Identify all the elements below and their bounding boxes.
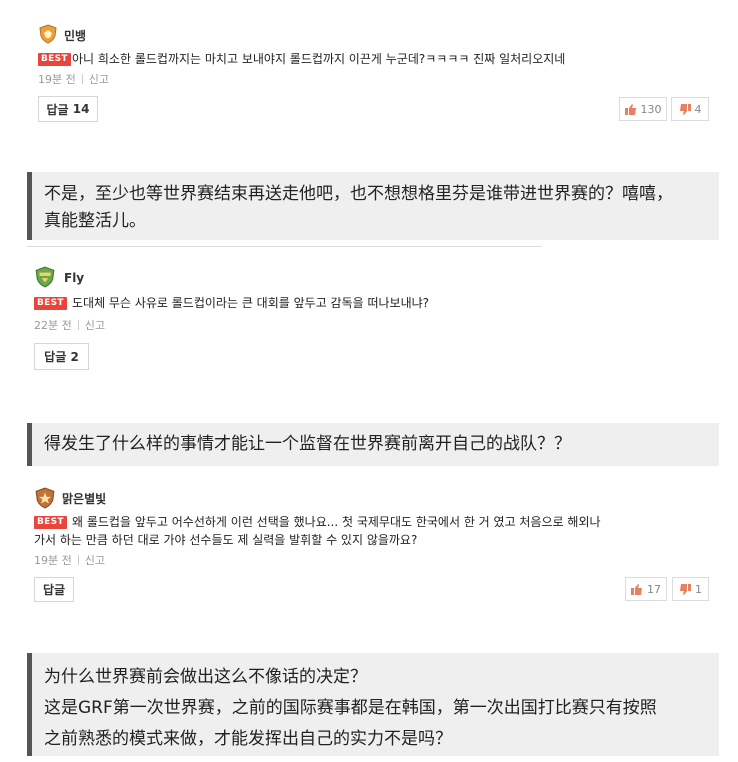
- translation-line: 不是，至少也等世界赛结束再送走他吧，也不想想格里芬是谁带进世界赛的？嘻嘻，: [44, 184, 673, 204]
- bronze-star-badge-icon: [35, 487, 55, 509]
- thumbs-down-icon: [679, 103, 691, 115]
- comment-text: 도대체 무슨 사유로 롤드컵이라는 큰 대회를 앞두고 감독을 떠나보내냐?: [72, 296, 430, 310]
- reply-button[interactable]: 답글 14: [38, 96, 98, 122]
- best-badge: BEST: [38, 53, 71, 66]
- reply-label: 답글: [44, 350, 67, 364]
- reply-button[interactable]: 답글 2: [34, 343, 89, 370]
- green-shield-badge-icon: [35, 266, 55, 288]
- reply-label: 답글: [46, 102, 69, 117]
- thumbs-down-icon: [680, 583, 691, 595]
- reply-button[interactable]: 답글: [34, 577, 74, 602]
- report-link[interactable]: 신고: [89, 73, 109, 86]
- comment-meta: 22분 전 신고: [34, 317, 105, 333]
- reply-label: 답글: [42, 583, 66, 597]
- translation-line: 为什么世界赛前会做出这么不像话的决定？: [44, 667, 367, 687]
- downvote-count: 4: [694, 102, 702, 116]
- comment-time: 19분 전: [38, 73, 76, 86]
- downvote-count: 1: [695, 582, 702, 596]
- comment-meta: 19분 전 신고: [34, 552, 105, 568]
- divider: [27, 246, 542, 247]
- translation-line: 之前熟悉的模式来做，才能发挥出自己的实力不是吗？: [44, 729, 452, 749]
- reply-count: 2: [70, 349, 79, 364]
- best-badge: BEST: [34, 516, 67, 529]
- comment-time: 19분 전: [34, 554, 72, 567]
- comment-meta: 19분 전 신고: [38, 71, 109, 87]
- translation-block: 不是，至少也等世界赛结束再送走他吧，也不想想格里芬是谁带进世界赛的？嘻嘻， 真能…: [27, 172, 719, 240]
- upvote-count: 130: [640, 102, 662, 116]
- comment-text: 아니 희소한 롤드컵까지는 마치고 보내야지 롤드컵까지 이끈게 누군데?ㅋㅋㅋ…: [72, 52, 566, 66]
- thumbs-up-icon: [624, 103, 636, 115]
- translation-line: 这是GRF第一次世界赛，之前的国际赛事都是在韩国，第一次出国打比赛只有按照: [44, 698, 657, 718]
- translation-block: 得发生了什么样的事情才能让一个监督在世界赛前离开自己的战队？？: [27, 423, 719, 466]
- thumbs-up-icon: [631, 583, 642, 595]
- best-badge: BEST: [34, 297, 67, 310]
- upvote-count: 17: [647, 582, 661, 596]
- upvote-button[interactable]: 130: [619, 97, 667, 121]
- report-link[interactable]: 신고: [85, 554, 105, 567]
- downvote-button[interactable]: 4: [671, 97, 709, 121]
- translation-line: 真能整活儿。: [44, 211, 146, 231]
- reply-count: 14: [72, 102, 90, 116]
- username[interactable]: 민뱅: [64, 27, 86, 44]
- username[interactable]: 맑은별빛: [62, 490, 106, 507]
- comment-time: 22분 전: [34, 319, 72, 332]
- username[interactable]: Fly: [64, 271, 84, 285]
- report-link[interactable]: 신고: [85, 319, 105, 332]
- comment-text: 왜 롤드컵을 앞두고 어수선하게 이런 선택을 했나요... 첫 국제무대도 한…: [72, 515, 601, 529]
- gold-shield-badge-icon: [39, 24, 57, 44]
- comment-text: 가서 하는 만큼 하던 대로 가야 선수들도 제 실력을 발휘할 수 있지 않을…: [34, 533, 418, 547]
- upvote-button[interactable]: 17: [625, 577, 667, 601]
- translation-line: 得发生了什么样的事情才能让一个监督在世界赛前离开自己的战队？？: [44, 434, 571, 454]
- downvote-button[interactable]: 1: [672, 577, 709, 601]
- translation-block: 为什么世界赛前会做出这么不像话的决定？ 这是GRF第一次世界赛，之前的国际赛事都…: [27, 653, 719, 756]
